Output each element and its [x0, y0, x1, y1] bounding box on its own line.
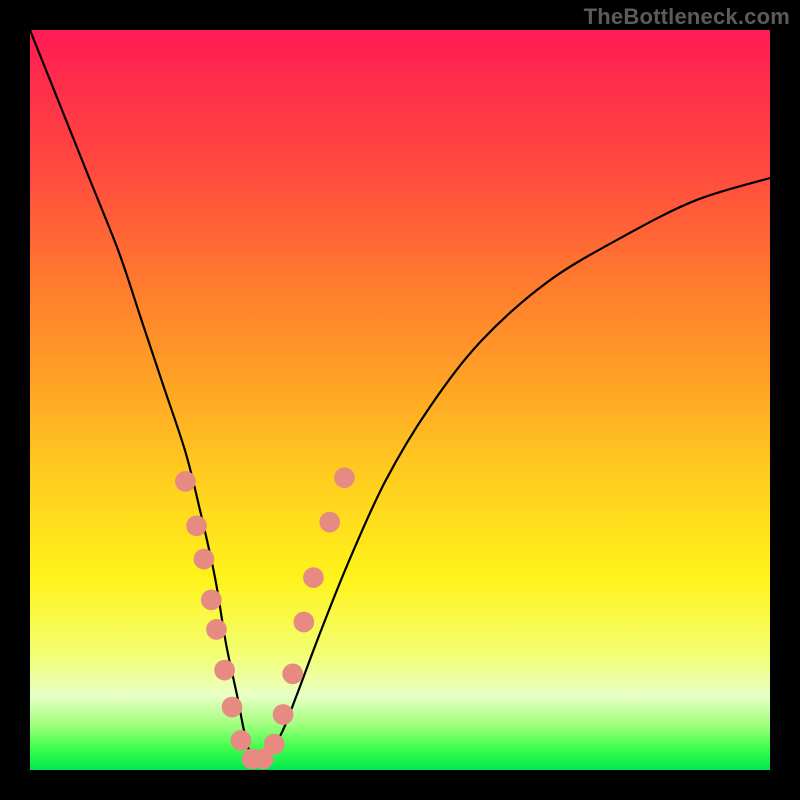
data-point	[186, 515, 207, 536]
chart-outer-frame: TheBottleneck.com	[0, 0, 800, 800]
data-point	[293, 612, 314, 633]
data-point	[303, 567, 324, 588]
data-point	[206, 619, 227, 640]
data-point	[282, 663, 303, 684]
data-point	[264, 734, 285, 755]
data-point	[194, 549, 215, 570]
data-point	[273, 704, 294, 725]
data-point	[319, 512, 340, 533]
watermark-text: TheBottleneck.com	[584, 4, 790, 30]
data-point	[175, 471, 196, 492]
data-point	[214, 660, 235, 681]
data-point-group	[175, 467, 355, 769]
data-point	[222, 697, 243, 718]
data-point	[201, 589, 222, 610]
curve-layer	[30, 30, 770, 770]
bottleneck-curve	[30, 30, 770, 758]
data-point	[231, 730, 252, 751]
data-point	[334, 467, 355, 488]
plot-area	[30, 30, 770, 770]
